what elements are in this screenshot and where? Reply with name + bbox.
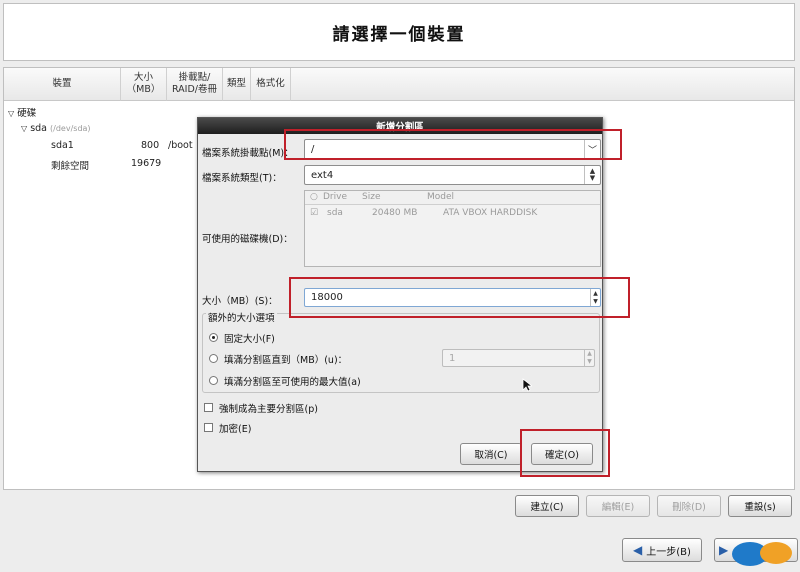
drive-size: 20480 MB (372, 208, 418, 218)
expander-down-icon[interactable]: ▽ (21, 124, 27, 133)
drive-list[interactable]: ○ Drive Size Model ☑ sda 20480 MB ATA VB… (304, 190, 601, 267)
speech-bubble-logo-icon (732, 542, 792, 566)
size-value: 18000 (311, 292, 343, 303)
tree-row-hard-disks[interactable]: ▽ 硬碟 (8, 105, 36, 119)
column-header-filler (291, 68, 794, 101)
tree-row-sda1-name[interactable]: sda1 (51, 140, 74, 151)
drives-label: 可使用的磁碟機(D)： (202, 234, 293, 245)
sda-path: (/dev/sda) (50, 124, 91, 133)
drive-name: sda (327, 208, 343, 218)
delete-button[interactable]: 刪除(D) (657, 495, 721, 517)
tree-row-sda[interactable]: ▽ sda (/dev/sda) (21, 123, 91, 134)
fill-max-radio[interactable] (209, 376, 218, 385)
drive-list-header: ○ Drive Size Model (305, 191, 600, 205)
fs-type-combo[interactable]: ext4 ▲ ▼ (304, 165, 601, 185)
expander-down-icon[interactable]: ▽ (8, 109, 14, 118)
hard-disks-label: 硬碟 (17, 108, 37, 119)
drive-column-header: Drive (323, 192, 347, 202)
encrypt-checkbox[interactable] (204, 423, 213, 432)
watermark-logo (730, 538, 794, 568)
fill-max-label[interactable]: 填滿分割區至可使用的最大值(a) (224, 374, 361, 388)
cancel-button[interactable]: 取消(C) (460, 443, 522, 465)
reset-button[interactable]: 重設(s) (728, 495, 792, 517)
tree-row-free-space[interactable]: 剩餘空間 (51, 158, 89, 172)
page-title: 請選擇一個裝置 (332, 24, 466, 45)
drive-row[interactable]: ☑ sda 20480 MB ATA VBOX HARDDISK (305, 207, 600, 221)
dialog-title: 新增分割區 (198, 118, 602, 134)
fs-type-label: 檔案系統類型(T)： (202, 173, 282, 184)
column-header-device[interactable]: 裝置 (4, 68, 121, 101)
encrypt-label[interactable]: 加密(E) (219, 421, 251, 435)
installer-header: 請選擇一個裝置 (3, 3, 795, 61)
sda1-size: 800 (141, 140, 160, 151)
drive-model: ATA VBOX HARDDISK (443, 208, 538, 218)
sda-name: sda (30, 123, 47, 134)
spin-arrows-icon[interactable]: ▲ ▼ (590, 289, 600, 306)
mount-point-label: 檔案系統掛載點(M)： (202, 148, 294, 159)
fill-to-spinbox[interactable]: 1 ▲ ▼ (442, 349, 595, 367)
mouse-pointer-icon (522, 378, 532, 392)
add-partition-dialog: 新增分割區 檔案系統掛載點(M)： / ﹀ 檔案系統類型(T)： ext4 ▲ ▼… (197, 117, 603, 472)
sda1-mount: /boot (168, 140, 193, 151)
fs-type-value: ext4 (311, 169, 334, 181)
select-all-radio-icon: ○ (310, 192, 318, 202)
model-column-header: Model (427, 192, 455, 202)
spin-arrows-icon[interactable]: ▲ ▼ (584, 350, 594, 366)
fill-to-value: 1 (449, 352, 456, 364)
column-header-format[interactable]: 格式化 (251, 68, 291, 101)
arrow-right-icon: ▶ (719, 543, 729, 557)
extra-size-options-title: 額外的大小選項 (206, 310, 277, 324)
back-label: 上一步(B) (646, 546, 691, 558)
fill-to-label[interactable]: 填滿分割區直到（MB）(u)： (224, 352, 347, 366)
updown-arrows-icon[interactable]: ▲ ▼ (584, 166, 600, 184)
column-header-size[interactable]: 大小 （MB） (121, 68, 167, 101)
fixed-size-radio[interactable] (209, 333, 218, 342)
force-primary-label[interactable]: 強制成為主要分割區(p) (219, 401, 318, 415)
size-label: 大小（MB）(S)： (202, 296, 278, 307)
force-primary-checkbox[interactable] (204, 403, 213, 412)
back-button[interactable]: ◀ 上一步(B) (622, 538, 702, 562)
fill-to-radio[interactable] (209, 354, 218, 363)
chevron-down-icon[interactable]: ﹀ (584, 140, 600, 159)
ok-button[interactable]: 確定(O) (531, 443, 593, 465)
mount-point-value: / (311, 144, 315, 155)
create-button[interactable]: 建立(C) (515, 495, 579, 517)
mount-point-combo[interactable]: / ﹀ (304, 139, 601, 160)
drive-checkbox-checked-icon[interactable]: ☑ (310, 208, 318, 218)
size-spinbox[interactable]: 18000 ▲ ▼ (304, 288, 601, 307)
edit-button[interactable]: 編輯(E) (586, 495, 650, 517)
size-column-header: Size (362, 192, 381, 202)
arrow-left-icon: ◀ (633, 543, 643, 557)
free-space-size: 19679 (131, 158, 162, 169)
column-header-type[interactable]: 類型 (223, 68, 251, 101)
column-header-mount[interactable]: 掛載點/ RAID/卷冊 (167, 68, 223, 101)
fixed-size-label[interactable]: 固定大小(F) (224, 331, 275, 345)
